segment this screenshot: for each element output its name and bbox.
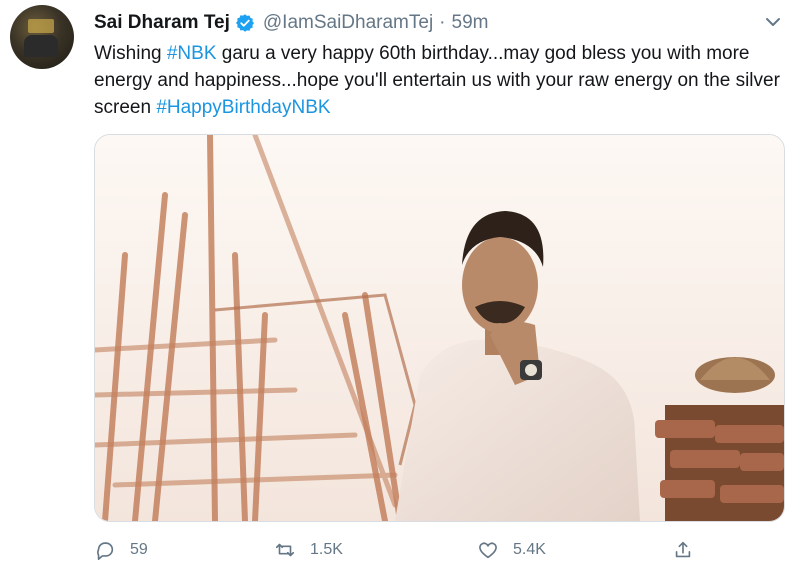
reply-count: 59	[130, 541, 148, 558]
tweet-text-part: Wishing	[94, 43, 167, 64]
tweet-header: Sai Dharam Tej @IamSaiDharamTej · 59m	[94, 10, 488, 36]
retweet-icon	[275, 543, 295, 557]
author-name[interactable]: Sai Dharam Tej	[94, 12, 230, 34]
share-icon	[675, 541, 691, 558]
like-button[interactable]: 5.4K	[477, 536, 546, 564]
hashtag-link[interactable]: #HappyBirthdayNBK	[156, 97, 330, 118]
verified-badge-icon	[235, 14, 254, 32]
retweet-count: 1.5K	[310, 541, 343, 558]
avatar-detail	[24, 35, 58, 57]
share-button[interactable]	[672, 536, 708, 564]
like-count: 5.4K	[513, 541, 546, 558]
tweet-actions: 59 1.5K 5.4K	[94, 536, 784, 564]
hashtag-link[interactable]: #NBK	[167, 43, 217, 64]
tweet-photo[interactable]	[94, 134, 785, 522]
author-handle[interactable]: @IamSaiDharamTej	[263, 12, 433, 34]
retweet-button[interactable]: 1.5K	[274, 536, 343, 564]
tweet-text: Wishing #NBK garu a very happy 60th birt…	[94, 40, 784, 121]
avatar-detail	[28, 19, 54, 33]
reply-icon	[97, 542, 114, 560]
author-avatar[interactable]	[10, 5, 74, 69]
tweet-timestamp[interactable]: 59m	[452, 12, 489, 34]
separator-dot: ·	[439, 12, 446, 33]
reply-button[interactable]: 59	[94, 536, 148, 564]
chevron-down-icon[interactable]	[763, 12, 783, 32]
photo-illustration	[95, 135, 784, 521]
like-icon	[479, 542, 497, 559]
